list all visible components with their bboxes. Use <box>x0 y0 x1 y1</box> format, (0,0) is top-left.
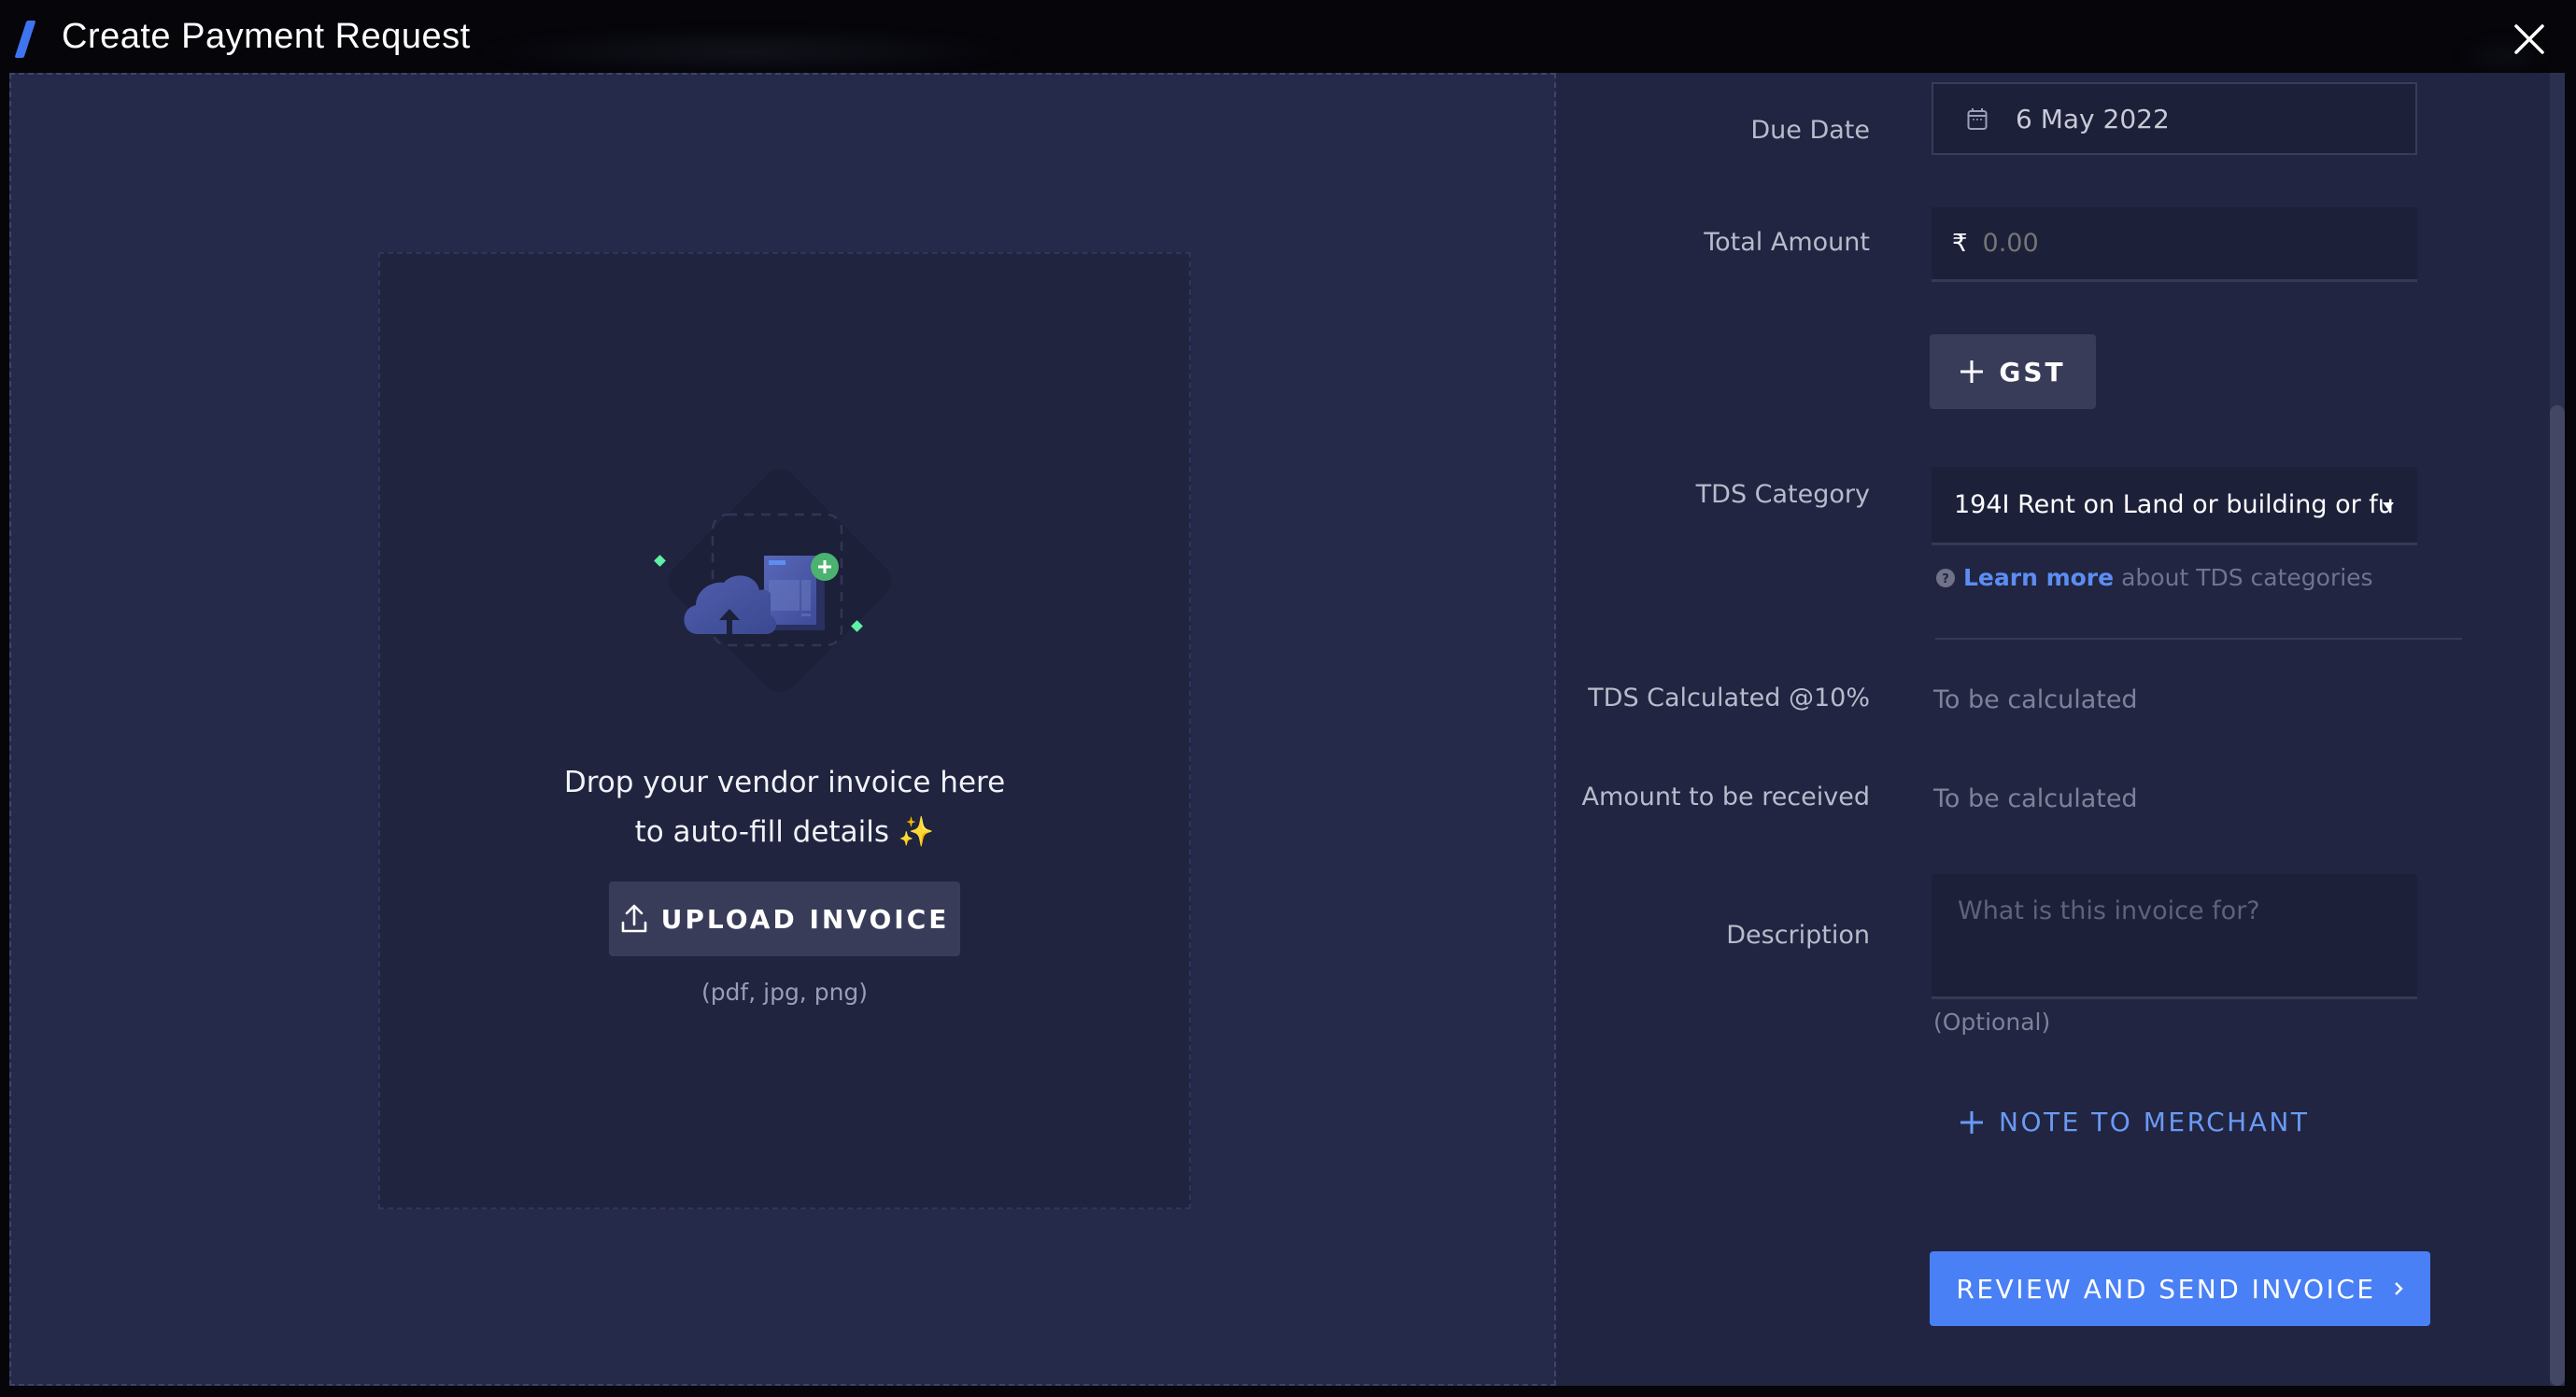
review-and-send-button[interactable]: REVIEW AND SEND INVOICE <box>1930 1251 2430 1326</box>
svg-text:?: ? <box>1942 572 1949 586</box>
tds-calculated-label: TDS Calculated @10% <box>1588 684 1870 713</box>
chevron-right-icon <box>2394 1282 2403 1295</box>
drop-instruction-line2: to auto-fill details ✨ <box>634 815 935 849</box>
amount-received-label: Amount to be received <box>1581 783 1870 811</box>
close-button[interactable] <box>2511 21 2548 58</box>
plus-icon <box>1960 1110 1983 1134</box>
tds-category-value: 194I Rent on Land or building or furnitu… <box>1954 490 2393 519</box>
modal-title: Create Payment Request <box>62 17 471 56</box>
add-gst-label: GST <box>1999 356 2066 388</box>
tds-help-row: ? Learn more about TDS categories <box>1935 564 2373 591</box>
tds-category-label: TDS Category <box>1695 480 1870 509</box>
learn-more-link[interactable]: Learn more <box>1963 564 2114 591</box>
note-to-merchant-label: NOTE TO MERCHANT <box>1999 1107 2310 1137</box>
upload-icon <box>621 904 646 933</box>
review-and-send-label: REVIEW AND SEND INVOICE <box>1956 1273 2376 1305</box>
payment-request-modal: Drop your vendor invoice here to auto-fi… <box>9 73 2565 1386</box>
upload-invoice-button[interactable]: UPLOAD INVOICE <box>609 882 960 956</box>
upload-illustration-icon <box>654 470 891 692</box>
plus-icon <box>1960 360 1984 383</box>
due-date-field[interactable]: 6 May 2022 <box>1932 82 2417 155</box>
description-optional-hint: (Optional) <box>1933 1009 2051 1036</box>
due-date-label: Due Date <box>1750 116 1870 145</box>
rupee-icon: ₹ <box>1952 229 1968 258</box>
drop-instruction-line1: Drop your vendor invoice here <box>563 766 1006 799</box>
note-to-merchant-button[interactable]: NOTE TO MERCHANT <box>1954 1106 2314 1138</box>
add-gst-button[interactable]: GST <box>1930 334 2096 409</box>
scrollbar-thumb[interactable] <box>2550 405 2565 1386</box>
upload-panel: Drop your vendor invoice here to auto-fi… <box>9 73 1556 1386</box>
total-amount-label: Total Amount <box>1704 228 1870 257</box>
background-page-blur <box>467 28 1027 75</box>
total-amount-input[interactable] <box>1980 228 2358 259</box>
invoice-dropzone[interactable]: Drop your vendor invoice here to auto-fi… <box>378 252 1191 1209</box>
upload-invoice-label: UPLOAD INVOICE <box>660 903 950 935</box>
accepted-formats: (pdf, jpg, png) <box>701 979 869 1006</box>
brand-logo-icon <box>14 21 36 58</box>
amount-received-value: To be calculated <box>1933 784 2138 813</box>
close-icon <box>2514 24 2544 54</box>
section-divider <box>1935 638 2462 640</box>
due-date-value: 6 May 2022 <box>2016 103 2170 134</box>
chevron-down-icon <box>2383 502 2394 510</box>
tds-category-select[interactable]: 194I Rent on Land or building or furnitu… <box>1932 467 2417 545</box>
description-field[interactable] <box>1932 874 2417 999</box>
learn-more-text: about TDS categories <box>2121 564 2373 591</box>
help-icon: ? <box>1936 568 1955 587</box>
total-amount-field[interactable]: ₹ <box>1932 207 2417 282</box>
calendar-icon <box>1967 108 1988 130</box>
description-input[interactable] <box>1956 895 2397 980</box>
tds-calculated-value: To be calculated <box>1933 685 2138 714</box>
description-label: Description <box>1726 921 1870 950</box>
